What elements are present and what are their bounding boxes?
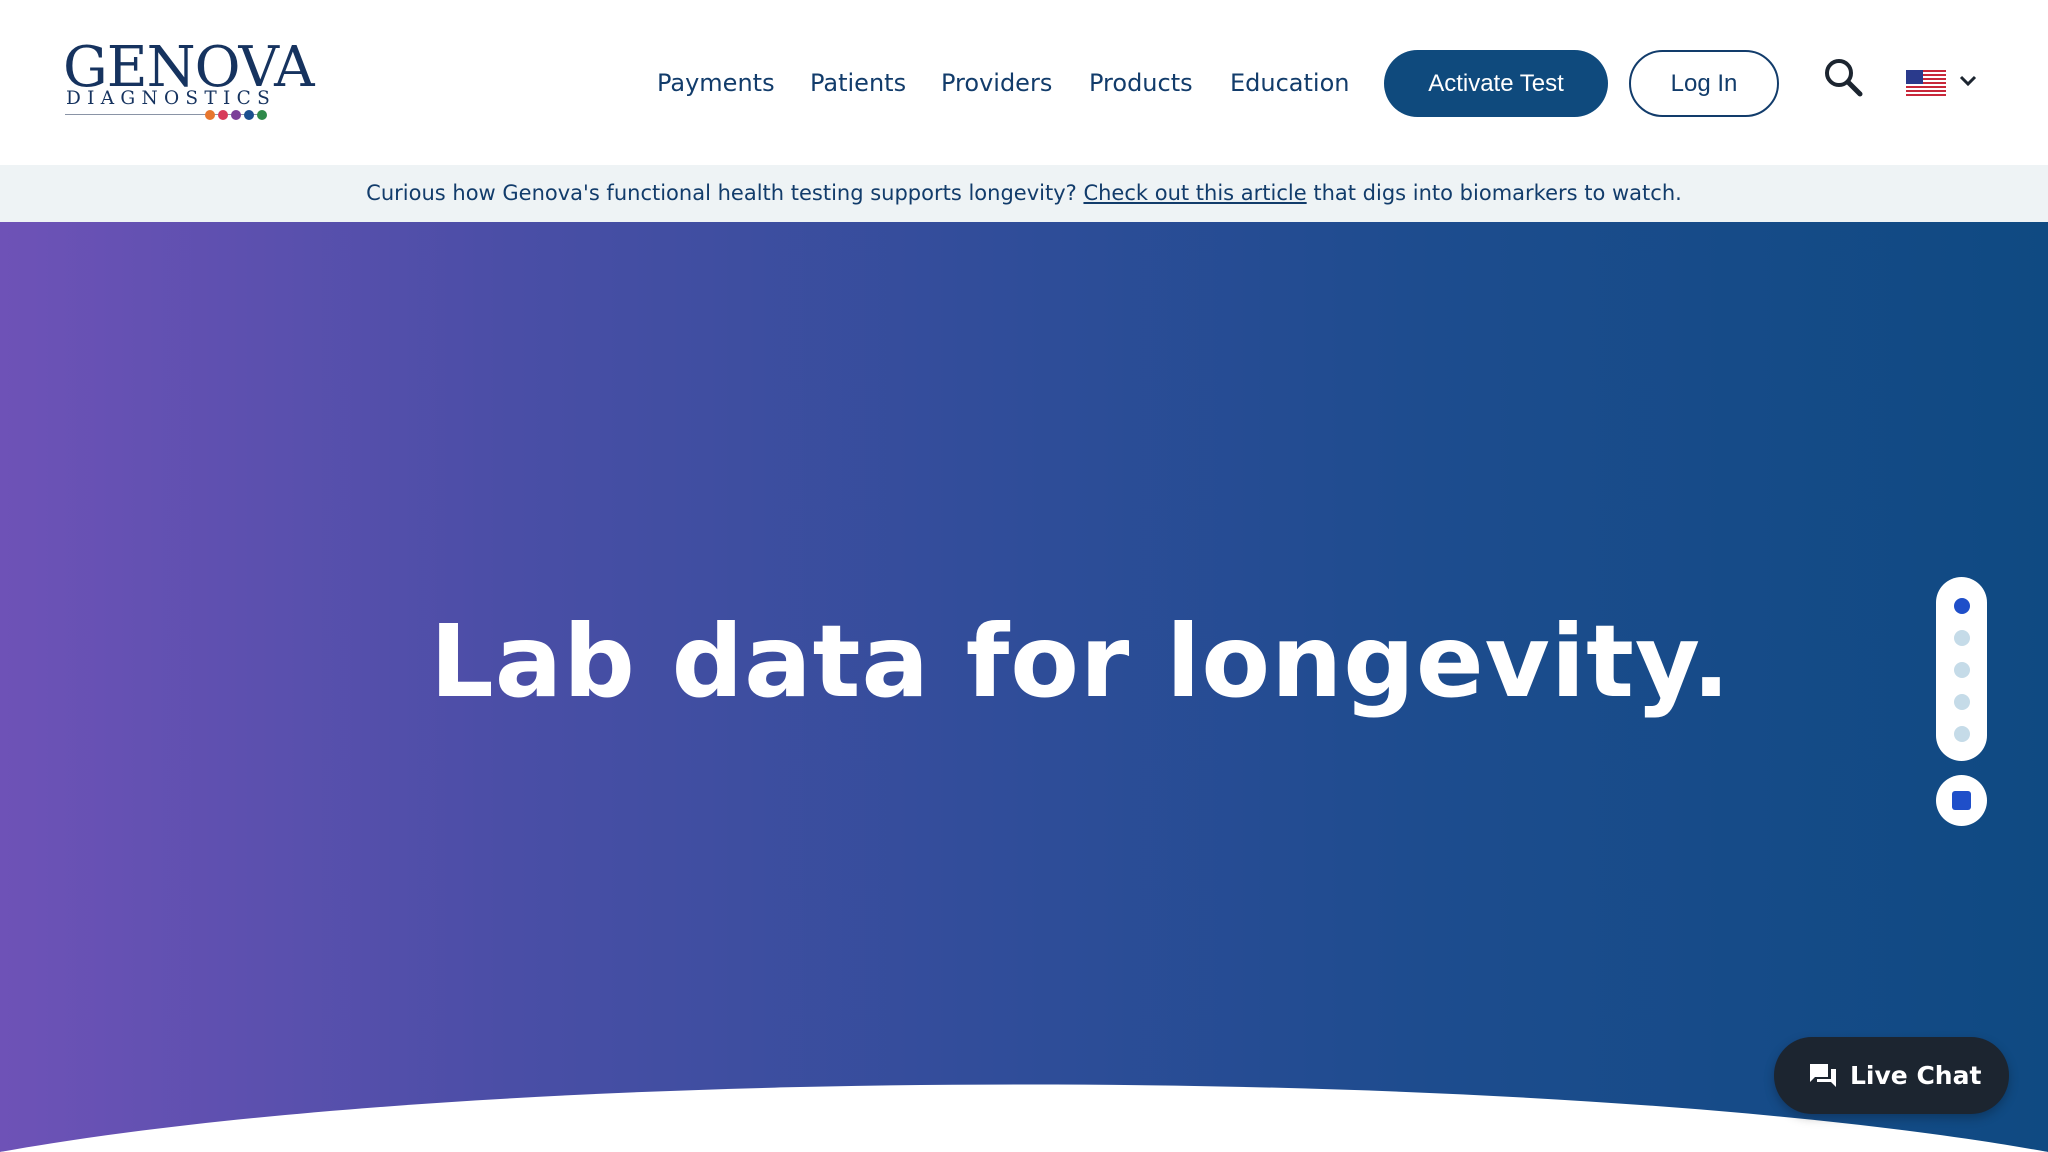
nav-item-payments[interactable]: Payments	[657, 65, 775, 101]
logo-subtitle: DIAGNOSTICS	[66, 88, 277, 109]
hero-banner: Lab data for longevity.	[0, 222, 2048, 1152]
nav-item-education[interactable]: Education	[1230, 65, 1349, 101]
log-in-button[interactable]: Log In	[1629, 50, 1779, 117]
page: GENOVA DIAGNOSTICS Payments Patients Pro…	[0, 0, 2048, 1152]
live-chat-label: Live Chat	[1850, 1061, 1982, 1090]
carousel-pause-button[interactable]	[1936, 775, 1987, 826]
carousel-dot-1[interactable]	[1954, 598, 1970, 614]
carousel-dot-5[interactable]	[1954, 726, 1970, 742]
carousel-pagination	[1936, 577, 1987, 761]
hero-curve	[0, 1084, 2048, 1152]
announcement-bar: Curious how Genova's functional health t…	[0, 165, 2048, 222]
activate-test-button[interactable]: Activate Test	[1384, 50, 1608, 117]
carousel-dot-3[interactable]	[1954, 662, 1970, 678]
carousel-dot-4[interactable]	[1954, 694, 1970, 710]
logo-dot	[244, 110, 254, 120]
chat-bubble-icon	[1810, 1064, 1836, 1087]
genova-logo[interactable]: GENOVA DIAGNOSTICS	[63, 40, 315, 125]
carousel-dot-2[interactable]	[1954, 630, 1970, 646]
live-chat-button[interactable]: Live Chat	[1774, 1037, 2009, 1114]
logo-dot	[231, 110, 241, 120]
us-flag-icon	[1906, 70, 1946, 96]
locale-selector[interactable]	[1906, 68, 1978, 98]
logo-dot	[205, 110, 215, 120]
logo-dot	[257, 110, 267, 120]
logo-dots	[205, 110, 267, 120]
hero-title: Lab data for longevity.	[430, 603, 1731, 720]
announcement-text-end: that digs into biomarkers to watch.	[1306, 181, 1682, 205]
stop-icon	[1952, 791, 1971, 810]
logo-dot	[218, 110, 228, 120]
nav-item-products[interactable]: Products	[1089, 65, 1193, 101]
announcement-text: Curious how Genova's functional health t…	[366, 181, 1084, 205]
chevron-down-icon	[1959, 75, 1977, 87]
site-header: GENOVA DIAGNOSTICS Payments Patients Pro…	[0, 0, 2048, 165]
nav-item-providers[interactable]: Providers	[941, 65, 1052, 101]
nav-item-patients[interactable]: Patients	[810, 65, 906, 101]
article-link[interactable]: Check out this article	[1083, 181, 1306, 205]
search-icon[interactable]	[1822, 56, 1864, 98]
